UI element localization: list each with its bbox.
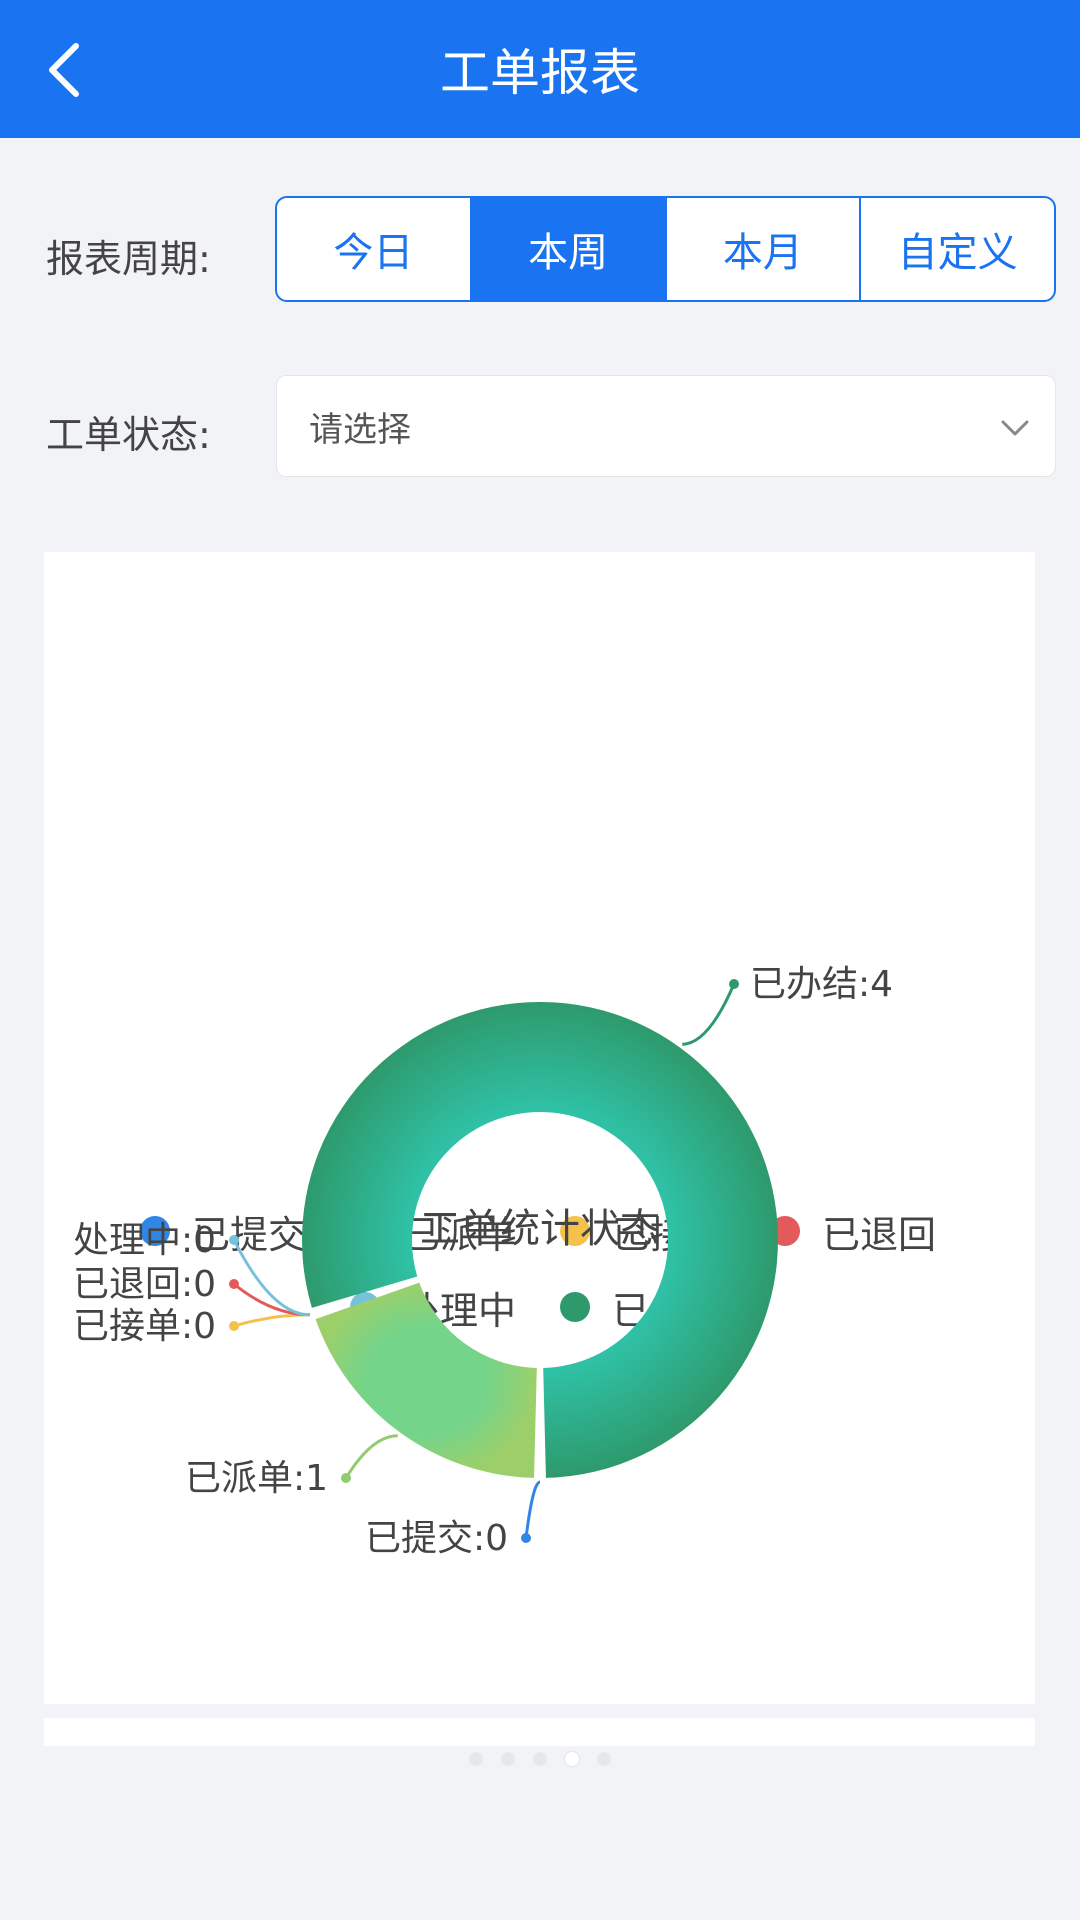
status-label: 工单状态:: [46, 413, 211, 457]
legend-item-dispatched[interactable]: 已派单: [350, 1206, 517, 1257]
period-option-this-week[interactable]: 本周: [471, 198, 667, 300]
pager-dot[interactable]: [597, 1752, 611, 1766]
period-option-custom[interactable]: 自定义: [861, 198, 1054, 300]
next-card-peek: [44, 1718, 1035, 1746]
pager-dot[interactable]: [501, 1752, 515, 1766]
legend-swatch: [560, 1216, 590, 1246]
legend-item-accepted[interactable]: 已接单: [560, 1206, 727, 1257]
period-option-this-month[interactable]: 本月: [667, 198, 862, 300]
legend-swatch: [140, 1216, 170, 1246]
status-select[interactable]: 请选择: [276, 375, 1056, 477]
chart-card: 已提交 已派单 已接单 已退回 处理中 已办结: [44, 552, 1035, 1704]
page-title: 工单报表: [440, 44, 640, 102]
legend-label: 已退回: [822, 1212, 937, 1257]
pager-dot-active[interactable]: [565, 1752, 579, 1766]
legend-label: 已接单: [612, 1212, 727, 1257]
period-label: 报表周期:: [46, 237, 211, 281]
legend-item-submitted[interactable]: 已提交: [140, 1206, 307, 1257]
legend-label: 已提交: [192, 1212, 307, 1257]
legend-item-completed[interactable]: 已办结: [560, 1282, 727, 1333]
legend-swatch: [560, 1292, 590, 1322]
period-option-today[interactable]: 今日: [277, 198, 472, 300]
pager-dot[interactable]: [533, 1752, 547, 1766]
pager-dot[interactable]: [469, 1752, 483, 1766]
status-select-placeholder: 请选择: [309, 410, 411, 450]
legend-label: 处理中: [402, 1288, 517, 1333]
header-bar: 工单报表: [0, 0, 1080, 138]
legend-label: 已办结: [612, 1288, 727, 1333]
pager-dots: [0, 1752, 1080, 1772]
legend-swatch: [770, 1216, 800, 1246]
legend-swatch: [350, 1292, 380, 1322]
legend-item-processing[interactable]: 处理中: [350, 1282, 517, 1333]
period-segmented-control: 今日 本周 本月 自定义: [275, 196, 1056, 302]
legend-swatch: [350, 1216, 380, 1246]
legend-item-returned[interactable]: 已退回: [770, 1206, 937, 1257]
chevron-down-icon: [1001, 420, 1029, 436]
legend-label: 已派单: [402, 1212, 517, 1257]
